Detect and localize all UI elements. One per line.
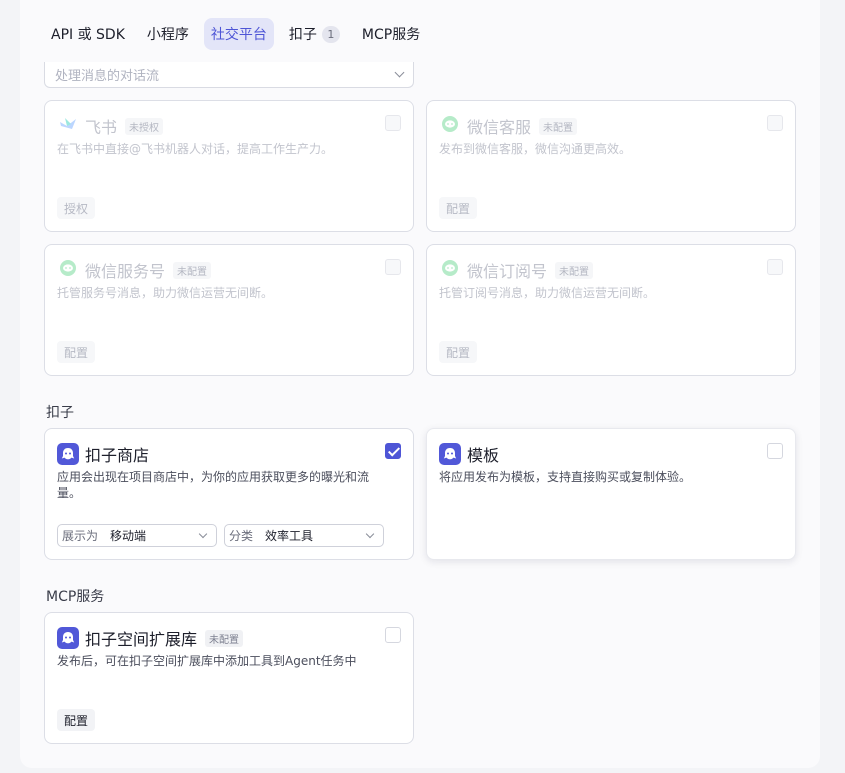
configure-button[interactable]: 配置 (439, 197, 478, 219)
wechat-icon (57, 257, 79, 283)
tab-koz[interactable]: 扣子 1 (282, 18, 347, 50)
tab-api-sdk[interactable]: API 或 SDK (44, 18, 132, 50)
tab-social-platform[interactable]: 社交平台 (203, 18, 274, 50)
card-title: 扣子商店 (85, 446, 150, 465)
wechat-icon (439, 113, 461, 139)
chevron-down-icon (365, 529, 375, 538)
card-description: 发布后，可在扣子空间扩展库中添加工具到Agent任务中 (57, 654, 357, 668)
feishu-checkbox[interactable] (385, 115, 401, 131)
publish-tabs: API 或 SDK 小程序 社交平台 扣子 1 MCP服务 (44, 18, 427, 50)
coze-icon (57, 627, 79, 649)
wechat-icon (439, 257, 461, 283)
wechat-official-service-card: 微信服务号 未配置 托管服务号消息，助力微信运营无间断。 配置 (44, 244, 414, 376)
koz-store-card: 扣子商店 应用会出现在项目商店中，为你的应用获取更多的曝光和流量。 展示为 移动… (44, 428, 414, 560)
coze-icon (57, 443, 79, 465)
authorize-button[interactable]: 授权 (57, 197, 96, 219)
feishu-card: 飞书 未授权 在飞书中直接@飞书机器人对话，提高工作生产力。 授权 (44, 100, 414, 232)
section-title-koz: 扣子 (46, 405, 74, 421)
tab-mini-program[interactable]: 小程序 (140, 18, 196, 50)
status-badge: 未授权 (125, 117, 164, 135)
wechat-official-service-checkbox[interactable] (385, 259, 401, 275)
coze-space-extension-card: 扣子空间扩展库 未配置 发布后，可在扣子空间扩展库中添加工具到Agent任务中 … (44, 612, 414, 744)
card-description: 托管订阅号消息，助力微信运营无间断。 (439, 286, 656, 300)
configure-button[interactable]: 配置 (439, 341, 478, 363)
feishu-icon (57, 113, 79, 139)
template-card: 模板 将应用发布为模板，支持直接购买或复制体验。 (426, 428, 796, 560)
configure-button[interactable]: 配置 (57, 341, 96, 363)
status-badge: 未配置 (555, 261, 594, 279)
coze-icon (439, 443, 461, 465)
status-badge: 未配置 (539, 117, 578, 135)
chevron-down-icon (394, 67, 405, 78)
conversation-flow-select[interactable]: 处理消息的对话流 (44, 62, 414, 88)
wechat-subscription-card: 微信订阅号 未配置 托管订阅号消息，助力微信运营无间断。 配置 (426, 244, 796, 376)
tab-count-badge: 1 (321, 25, 340, 43)
card-title: 扣子空间扩展库 (85, 630, 198, 649)
koz-store-checkbox[interactable] (385, 443, 401, 459)
card-title: 模板 (467, 446, 500, 465)
section-title-mcp: MCP服务 (46, 589, 105, 605)
status-badge: 未配置 (173, 261, 212, 279)
card-description: 将应用发布为模板，支持直接购买或复制体验。 (439, 470, 692, 484)
card-title: 微信订阅号 (467, 262, 548, 281)
card-description: 托管服务号消息，助力微信运营无间断。 (57, 286, 274, 300)
card-description: 在飞书中直接@飞书机器人对话，提高工作生产力。 (57, 142, 334, 156)
category-select[interactable]: 分类 效率工具 (224, 524, 384, 547)
template-checkbox[interactable] (767, 443, 783, 459)
card-title: 飞书 (85, 118, 118, 137)
conversation-flow-select-value: 处理消息的对话流 (55, 69, 160, 84)
wechat-subscription-checkbox[interactable] (767, 259, 783, 275)
status-badge: 未配置 (205, 629, 244, 647)
wechat-service-checkbox[interactable] (767, 115, 783, 131)
coze-space-extension-checkbox[interactable] (385, 627, 401, 643)
card-title: 微信服务号 (85, 262, 166, 281)
chevron-down-icon (198, 529, 208, 538)
display-as-select[interactable]: 展示为 移动端 (57, 524, 217, 547)
card-description: 发布到微信客服，微信沟通更高效。 (439, 142, 632, 156)
card-title: 微信客服 (467, 118, 532, 137)
card-description: 应用会出现在项目商店中，为你的应用获取更多的曝光和流量。 (57, 470, 370, 500)
tab-mcp[interactable]: MCP服务 (355, 18, 427, 50)
configure-button[interactable]: 配置 (57, 709, 96, 731)
wechat-service-card: 微信客服 未配置 发布到微信客服，微信沟通更高效。 配置 (426, 100, 796, 232)
